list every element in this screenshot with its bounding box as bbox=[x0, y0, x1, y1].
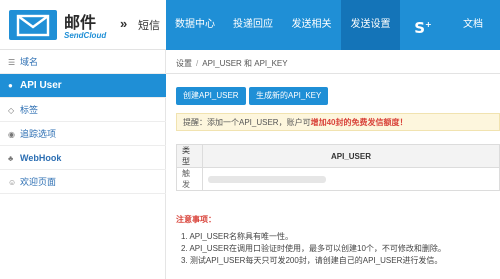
nav-data-center[interactable]: 数据中心 bbox=[166, 0, 224, 50]
double-chevron-icon: » bbox=[120, 16, 127, 31]
breadcrumb: 设置 / API_USER 和 API_KEY bbox=[176, 58, 288, 69]
list-item: 1. API_USER名称具有唯一性。 bbox=[181, 232, 294, 241]
s-plus-label: S bbox=[414, 19, 426, 37]
nav-docs[interactable]: 文档 bbox=[446, 0, 500, 50]
sidebar-item-label: WebHook bbox=[20, 153, 62, 163]
sidebar-item-api-user[interactable]: ● API User bbox=[0, 74, 166, 98]
globe-icon: ☰ bbox=[8, 58, 16, 67]
eye-icon: ◉ bbox=[8, 130, 15, 139]
table-row: 触发 bbox=[176, 167, 500, 191]
table-cell-type: 触发 bbox=[176, 167, 203, 191]
nav-s-plus[interactable]: S+ bbox=[400, 0, 446, 50]
nav-delivery-response[interactable]: 投递回应 bbox=[224, 0, 282, 50]
generate-api-key-button[interactable]: 生成新的API_KEY bbox=[249, 87, 329, 105]
create-api-user-button[interactable]: 创建API_USER bbox=[176, 87, 246, 105]
top-bar: 邮件 SendCloud » 短信 数据中心 投递回应 发送相关 发送设置 S+… bbox=[0, 0, 500, 50]
brand-subtitle: SendCloud bbox=[64, 31, 107, 40]
sidebar-item-label: 标签 bbox=[20, 105, 39, 115]
tag-icon: ◇ bbox=[8, 106, 15, 115]
sidebar-item-tracking[interactable]: ◉ 追踪选项 bbox=[0, 122, 166, 146]
sidebar-item-webhook[interactable]: ♣ WebHook bbox=[0, 146, 166, 170]
table-cell-api-user bbox=[202, 167, 500, 191]
table-header-row: 类型 API_USER bbox=[176, 144, 500, 168]
breadcrumb-root[interactable]: 设置 bbox=[176, 59, 192, 68]
table-header-api-user: API_USER bbox=[202, 144, 500, 168]
smile-icon: ☺ bbox=[8, 178, 17, 187]
breadcrumb-current: API_USER 和 API_KEY bbox=[202, 59, 288, 68]
api-user-table: 类型 API_USER 触发 bbox=[176, 144, 500, 191]
main-content: 设置 / API_USER 和 API_KEY 创建API_USER 生成新的API… bbox=[166, 50, 500, 279]
webhook-icon: ♣ bbox=[8, 154, 14, 163]
sidebar-item-welcome-page[interactable]: ☺ 欢迎页面 bbox=[0, 170, 166, 194]
plus-icon: + bbox=[425, 20, 432, 29]
user-icon: ● bbox=[8, 81, 13, 90]
list-item: 2. API_USER在调用口验证时使用，最多可以创建10个，不可修改和删除。 bbox=[181, 244, 446, 253]
notes-title: 注意事项： bbox=[176, 215, 216, 224]
mail-logo-icon bbox=[9, 10, 57, 40]
sidebar-item-domain[interactable]: ☰ 域名 bbox=[0, 50, 166, 74]
nav-sending-related[interactable]: 发送相关 bbox=[282, 0, 341, 50]
reminder-alert: 提醒：添加一个API_USER，账户可增加40封的免费发信额度！ bbox=[176, 113, 500, 131]
breadcrumb-separator: / bbox=[196, 59, 199, 68]
list-item: 3. 测试API_USER每天只可发200封，请创建自己的API_USER进行发… bbox=[181, 256, 443, 265]
sidebar-item-tags[interactable]: ◇ 标签 bbox=[0, 98, 166, 122]
brand-title: 邮件 bbox=[64, 13, 97, 32]
sidebar-item-label: 追踪选项 bbox=[20, 129, 57, 139]
sidebar: ☰ 域名 ● API User ◇ 标签 ◉ 追踪选项 ♣ WebHook ☺ 欢迎页面 bbox=[0, 50, 166, 279]
notes-list: 1. API_USER名称具有唯一性。 2. API_USER在调用口验证时使用… bbox=[181, 231, 499, 267]
sidebar-item-label: 欢迎页面 bbox=[20, 177, 57, 187]
table-header-type: 类型 bbox=[176, 144, 203, 168]
redacted-value bbox=[208, 175, 326, 183]
brand[interactable]: 邮件 SendCloud » 短信 bbox=[0, 0, 166, 50]
main-nav: 数据中心 投递回应 发送相关 发送设置 S+ 文档 bbox=[166, 0, 500, 50]
sidebar-item-label: 域名 bbox=[20, 57, 39, 67]
alert-highlight: 增加40封的免费发信额度！ bbox=[310, 118, 408, 127]
nav-sending-settings[interactable]: 发送设置 bbox=[341, 0, 400, 50]
alert-text: 提醒：添加一个API_USER，账户可 bbox=[183, 118, 311, 127]
sms-switch-link[interactable]: 短信 bbox=[138, 17, 160, 33]
divider bbox=[166, 73, 500, 74]
sidebar-item-label: API User bbox=[20, 80, 62, 91]
